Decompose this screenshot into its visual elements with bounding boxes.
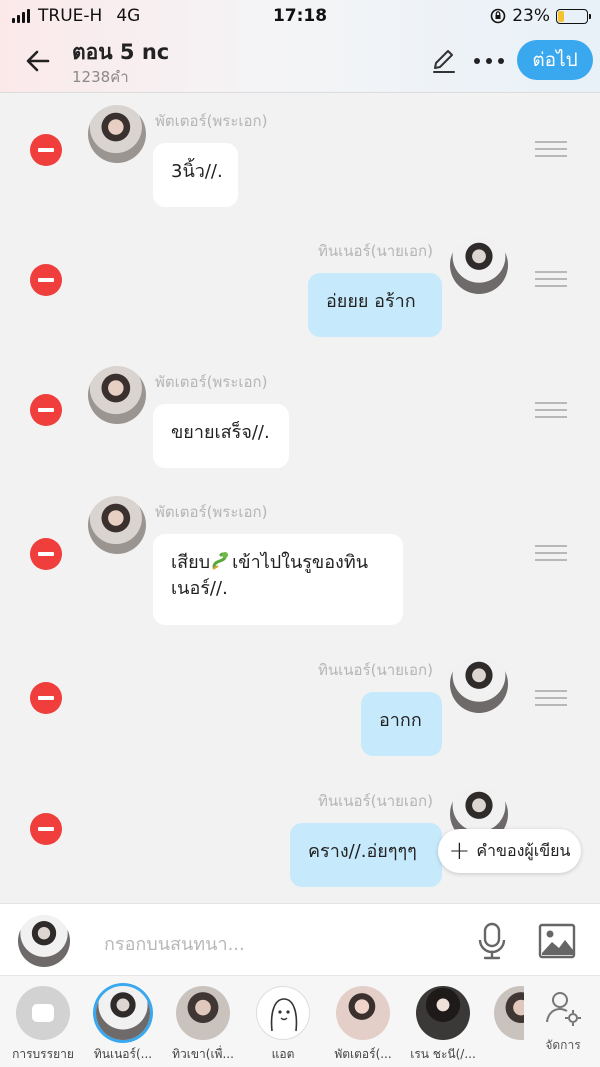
user-settings-icon bbox=[546, 992, 581, 1026]
message-bubble[interactable]: ขยายเสร็จ//. bbox=[153, 404, 289, 468]
message-text: เข้าไปในรูของทิน bbox=[232, 552, 369, 573]
message-bubble[interactable]: เสียบ เข้าไปในรูของทิน เนอร์//. bbox=[153, 534, 403, 625]
character-avatar bbox=[176, 986, 230, 1040]
status-bar: TRUE-H 4G 17:18 23% bbox=[0, 0, 600, 32]
dragon-emoji-icon bbox=[212, 552, 229, 570]
character-narration[interactable]: การบรรยาย bbox=[4, 986, 82, 1064]
back-arrow-icon[interactable] bbox=[22, 45, 54, 77]
battery-percent: 23% bbox=[512, 6, 550, 26]
character-label: ทิวเขา(เพื่... bbox=[172, 1047, 234, 1061]
message-bubble[interactable]: อากก bbox=[361, 692, 442, 756]
remove-message-button[interactable] bbox=[30, 538, 62, 570]
drag-handle-icon[interactable] bbox=[535, 545, 567, 563]
narration-icon bbox=[16, 986, 70, 1040]
drag-handle-icon[interactable] bbox=[535, 271, 567, 289]
speaker-name: พัตเตอร์(พระเอก) bbox=[155, 503, 268, 521]
remove-message-button[interactable] bbox=[30, 134, 62, 166]
drag-handle-icon[interactable] bbox=[535, 690, 567, 708]
character-item[interactable]: ทินเนอร์(... bbox=[84, 986, 162, 1064]
avatar bbox=[88, 105, 146, 163]
current-character-avatar[interactable] bbox=[18, 915, 70, 967]
message-bubble[interactable]: อ่ยยย อร้าก bbox=[308, 273, 442, 337]
character-avatar bbox=[494, 986, 524, 1040]
orientation-lock-icon bbox=[490, 8, 506, 24]
cartoon-face-icon bbox=[270, 998, 298, 1032]
character-avatar bbox=[96, 986, 150, 1040]
add-author-comment-button[interactable]: + คำของผู้เขียน bbox=[438, 829, 581, 873]
speaker-name: ทินเนอร์(นายเอก) bbox=[318, 242, 433, 260]
character-item[interactable]: พัตเตอร์(... bbox=[324, 986, 402, 1064]
manage-characters-button[interactable]: จัดการ bbox=[528, 988, 598, 1055]
more-options-icon[interactable] bbox=[472, 50, 506, 72]
character-item[interactable]: แอต bbox=[244, 986, 322, 1064]
avatar bbox=[88, 496, 146, 554]
character-label: พัตเตอร์(... bbox=[334, 1047, 392, 1061]
next-button[interactable]: ต่อไป bbox=[517, 40, 593, 80]
speaker-name: ทินเนอร์(นายเอก) bbox=[318, 661, 433, 679]
character-avatar bbox=[416, 986, 470, 1040]
avatar bbox=[450, 655, 508, 713]
drag-handle-icon[interactable] bbox=[535, 141, 567, 159]
character-item-partial[interactable] bbox=[484, 986, 524, 1040]
message-input-bar: กรอกบนสนทนา... bbox=[0, 903, 600, 975]
plus-icon: + bbox=[448, 836, 471, 866]
message-bubble[interactable]: คราง//.อ่ยๆๆๆ bbox=[290, 823, 442, 887]
message-input[interactable]: กรอกบนสนทนา... bbox=[104, 929, 245, 958]
remove-message-button[interactable] bbox=[30, 813, 62, 845]
remove-message-button[interactable] bbox=[30, 394, 62, 426]
message-text: เนอร์//. bbox=[171, 578, 228, 599]
message-text: เสียบ bbox=[171, 552, 211, 573]
character-label: แอต bbox=[271, 1047, 295, 1061]
chat-header: TRUE-H 4G 17:18 23% ตอน 5 nc 1238คำ ต่อไ… bbox=[0, 0, 600, 93]
speaker-name: พัตเตอร์(พระเอก) bbox=[155, 373, 268, 391]
edit-pencil-icon[interactable] bbox=[430, 47, 458, 75]
remove-message-button[interactable] bbox=[30, 682, 62, 714]
character-label: ทินเนอร์(... bbox=[93, 1047, 153, 1061]
character-avatar bbox=[336, 986, 390, 1040]
avatar bbox=[88, 366, 146, 424]
word-count: 1238คำ bbox=[72, 68, 129, 86]
message-bubble[interactable]: 3นิ้ว//. bbox=[153, 143, 238, 207]
avatar bbox=[450, 236, 508, 294]
speaker-name: ทินเนอร์(นายเอก) bbox=[318, 792, 433, 810]
character-item[interactable]: ทิวเขา(เพื่... bbox=[164, 986, 242, 1064]
character-item[interactable]: เรน ชะนี(/... bbox=[404, 986, 482, 1064]
microphone-icon[interactable] bbox=[475, 921, 509, 961]
comment-chip-label: คำของผู้เขียน bbox=[476, 840, 571, 860]
character-avatar bbox=[256, 986, 310, 1040]
image-icon[interactable] bbox=[538, 923, 576, 959]
speaker-name: พัตเตอร์(พระเอก) bbox=[155, 112, 268, 130]
drag-handle-icon[interactable] bbox=[535, 402, 567, 420]
character-selector: การบรรยาย ทินเนอร์(... ทิวเขา(เพื่... แอ… bbox=[0, 975, 600, 1067]
remove-message-button[interactable] bbox=[30, 264, 62, 296]
battery-icon bbox=[556, 8, 591, 24]
manage-label: จัดการ bbox=[545, 1038, 581, 1052]
character-label: การบรรยาย bbox=[12, 1047, 74, 1061]
character-label: เรน ชะนี(/... bbox=[410, 1047, 476, 1061]
